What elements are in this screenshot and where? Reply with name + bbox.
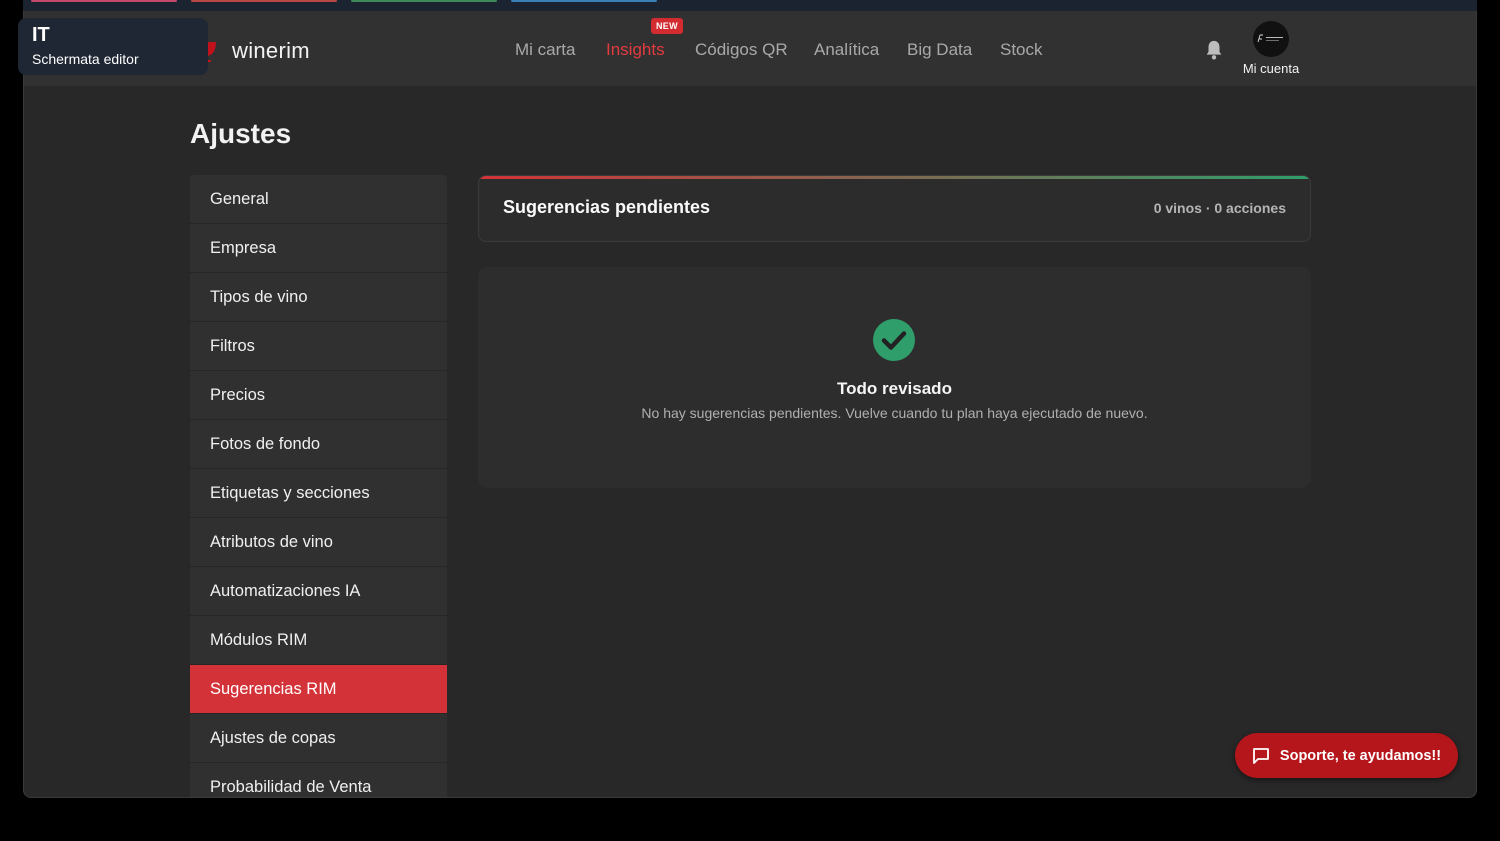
chat-bubble-icon bbox=[1253, 747, 1269, 764]
nav-item-mi-carta[interactable]: Mi carta bbox=[515, 40, 606, 60]
tab-indicator bbox=[31, 0, 177, 2]
avatar bbox=[1253, 21, 1289, 57]
support-button[interactable]: Soporte, te ayudamos!! bbox=[1235, 733, 1458, 778]
pending-title: Sugerencias pendientes bbox=[503, 197, 711, 217]
brand[interactable]: winerim bbox=[192, 38, 310, 64]
settings-menu-item[interactable]: Tipos de vino bbox=[190, 273, 447, 322]
nav-item-big-data[interactable]: Big Data bbox=[907, 40, 1000, 60]
nav-item-codigos-qr[interactable]: Códigos QR bbox=[695, 40, 814, 60]
empty-state-title: Todo revisado bbox=[837, 379, 952, 398]
browser-tab-strip bbox=[23, 0, 1477, 11]
app-window: winerim Mi carta Insights NEW Códigos QR… bbox=[23, 11, 1477, 798]
pending-counts: 0 vinos · 0 acciones bbox=[1153, 200, 1286, 216]
account-menu[interactable]: Mi cuenta bbox=[1236, 21, 1306, 76]
nav-label: Big Data bbox=[907, 40, 973, 59]
page-title: Ajustes bbox=[190, 118, 292, 149]
nav-label: Analítica bbox=[814, 40, 880, 59]
nav-label: Mi carta bbox=[515, 40, 576, 59]
settings-menu-item[interactable]: Filtros bbox=[190, 322, 447, 371]
top-navbar: winerim Mi carta Insights NEW Códigos QR… bbox=[24, 11, 1476, 86]
nav-item-stock[interactable]: Stock bbox=[1000, 40, 1043, 60]
brand-name: winerim bbox=[232, 38, 310, 63]
empty-state-panel: Todo revisado No hay sugerencias pendien… bbox=[478, 267, 1311, 488]
card-accent-gradient bbox=[479, 176, 1310, 179]
language-code: IT bbox=[32, 24, 50, 46]
check-circle-icon bbox=[873, 319, 915, 361]
tab-indicator bbox=[511, 0, 657, 2]
nav-item-insights[interactable]: Insights NEW bbox=[606, 18, 695, 60]
settings-menu-item[interactable]: Fotos de fondo bbox=[190, 420, 447, 469]
settings-menu-item[interactable]: Probabilidad de Venta bbox=[190, 763, 447, 797]
settings-menu-item[interactable]: Precios bbox=[190, 371, 447, 420]
bell-icon[interactable] bbox=[1203, 38, 1225, 62]
tab-indicator bbox=[351, 0, 497, 2]
editor-label: Schermata editor bbox=[32, 51, 139, 67]
settings-menu-item[interactable]: Sugerencias RIM bbox=[190, 665, 447, 714]
settings-menu-item[interactable]: Empresa bbox=[190, 224, 447, 273]
settings-menu-item[interactable]: Ajustes de copas bbox=[190, 714, 447, 763]
nav-label: Códigos QR bbox=[695, 40, 788, 59]
editor-language-badge[interactable]: IT Schermata editor bbox=[18, 18, 208, 75]
settings-menu-item[interactable]: Módulos RIM bbox=[190, 616, 447, 665]
settings-menu-item[interactable]: Atributos de vino bbox=[190, 518, 447, 567]
settings-menu: General Empresa Tipos de vino Filtros Precio… bbox=[190, 175, 447, 797]
restaurant-logo-icon bbox=[1257, 34, 1283, 43]
settings-menu-item[interactable]: Automatizaciones IA bbox=[190, 567, 447, 616]
settings-menu-item[interactable]: Etiquetas y secciones bbox=[190, 469, 447, 518]
main-nav: Mi carta Insights NEW Códigos QR Analíti… bbox=[515, 18, 1043, 60]
nav-label: Insights bbox=[606, 40, 665, 59]
nav-item-analitica[interactable]: Analítica bbox=[814, 40, 907, 60]
account-label: Mi cuenta bbox=[1242, 61, 1300, 76]
settings-menu-item[interactable]: General bbox=[190, 175, 447, 224]
pending-suggestions-card: Sugerencias pendientes 0 vinos · 0 accio… bbox=[478, 175, 1311, 242]
support-label: Soporte, te ayudamos!! bbox=[1279, 747, 1442, 764]
nav-label: Stock bbox=[1000, 40, 1043, 59]
new-badge: NEW bbox=[651, 18, 683, 34]
empty-state-text: No hay sugerencias pendientes. Vuelve cu… bbox=[641, 405, 1148, 421]
tab-indicator bbox=[191, 0, 337, 2]
